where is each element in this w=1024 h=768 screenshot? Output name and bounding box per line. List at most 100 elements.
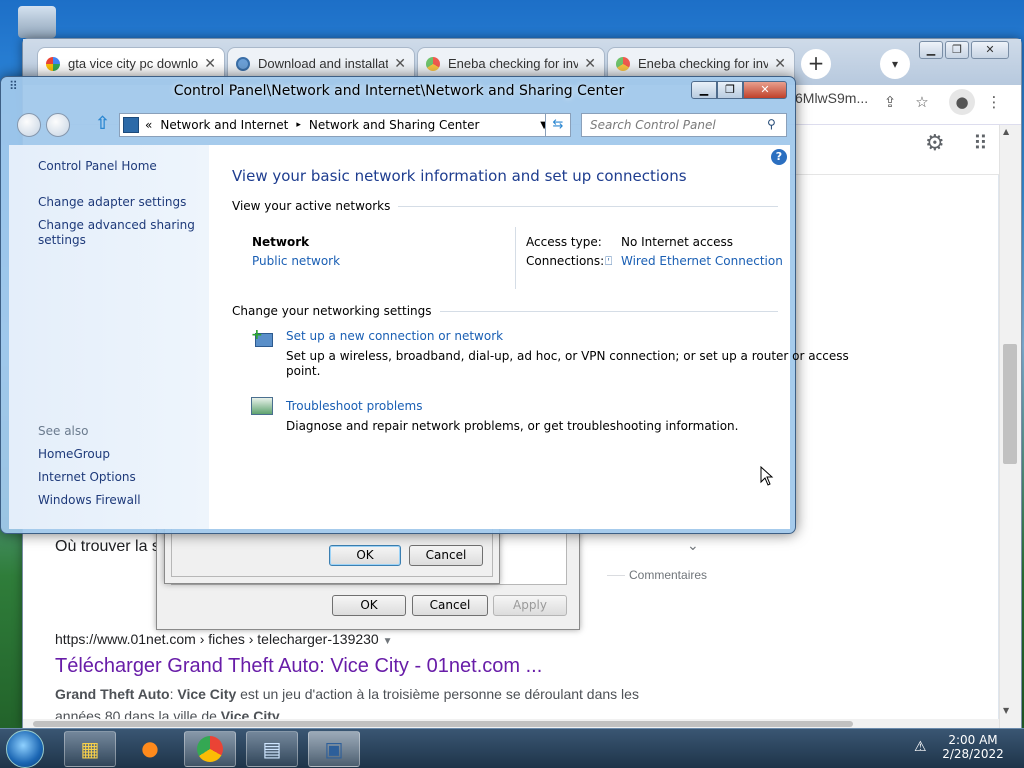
breadcrumb-overflow[interactable]: « xyxy=(145,118,152,132)
change-settings-header: Change your networking settings xyxy=(232,304,778,318)
chrome-close-button[interactable]: ✕ xyxy=(971,41,1009,59)
breadcrumb-sharing-center[interactable]: Network and Sharing Center xyxy=(309,118,480,132)
troubleshoot-link[interactable]: Troubleshoot problems xyxy=(286,399,422,413)
chrome-maximize-button[interactable]: ❐ xyxy=(945,41,969,59)
setup-description-1: Set up a wireless, broadband, dial-up, a… xyxy=(286,349,849,363)
snippet-bold: Vice City xyxy=(220,708,280,719)
chrome-taskbar-icon[interactable] xyxy=(184,731,236,767)
sidebar-item-adapter-settings[interactable]: Change adapter settings xyxy=(38,195,186,209)
connection-link[interactable]: Wired Ethernet Connection xyxy=(621,254,783,268)
task-pane: Control Panel Home Change adapter settin… xyxy=(9,145,209,529)
tab-gta-search[interactable]: gta vice city pc downlo ✕ xyxy=(37,47,225,79)
close-tab-icon[interactable]: ✕ xyxy=(394,55,406,72)
connections-label: Connections: xyxy=(526,254,605,268)
tab-title: Eneba checking for inv xyxy=(448,56,579,71)
chrome-minimize-button[interactable]: ▁ xyxy=(919,41,943,59)
close-tab-icon[interactable]: ✕ xyxy=(584,55,596,72)
section-rule xyxy=(398,205,778,207)
cancel-button[interactable]: Cancel xyxy=(409,545,483,566)
cancel-button[interactable]: Cancel xyxy=(412,595,488,616)
page-title: View your basic network information and … xyxy=(232,167,687,185)
sidebar-item-internet-options[interactable]: Internet Options xyxy=(38,470,136,484)
minimize-button[interactable]: ▁ xyxy=(691,81,717,99)
setup-description-2: point. xyxy=(286,364,321,378)
result-snippet-line-2: années 80 dans la ville de Vice City xyxy=(55,708,280,719)
setup-connection-link[interactable]: Set up a new connection or network xyxy=(286,329,503,343)
share-icon[interactable]: ⇪ xyxy=(877,89,903,115)
clock-date: 2/28/2022 xyxy=(942,747,1004,761)
google-apps-icon[interactable]: ⠿ xyxy=(973,131,988,155)
chrome-logo-icon xyxy=(197,736,223,762)
result-title-link[interactable]: Télécharger Grand Theft Auto: Vice City … xyxy=(55,655,542,678)
troubleshoot-icon xyxy=(251,397,273,415)
profile-avatar-icon[interactable]: ● xyxy=(949,89,975,115)
address-bar[interactable]: « Network and Internet ▸ Network and Sha… xyxy=(119,113,555,137)
network-taskbar-icon[interactable]: ▣ xyxy=(308,731,360,767)
refresh-icon[interactable]: ⇆ xyxy=(545,113,571,137)
recycle-bin-icon[interactable] xyxy=(18,6,56,38)
back-button[interactable] xyxy=(17,113,41,137)
access-type-label: Access type: xyxy=(526,235,602,249)
sidebar-item-homegroup[interactable]: HomeGroup xyxy=(38,447,110,461)
section-rule xyxy=(439,310,778,312)
chrome-menu-icon[interactable]: ⋮ xyxy=(981,89,1007,115)
tab-search-chevron-icon[interactable]: ▾ xyxy=(880,49,910,79)
settings-gear-icon[interactable]: ⚙ xyxy=(925,131,945,156)
main-content: ? View your basic network information an… xyxy=(209,145,849,529)
sidebar-item-advanced-sharing[interactable]: Change advanced sharing xyxy=(38,218,195,232)
result-url-text: https://www.01net.com › fiches › telecha… xyxy=(55,631,379,647)
snippet-text: années 80 dans la ville de xyxy=(55,708,221,719)
breadcrumb-network-internet[interactable]: Network and Internet xyxy=(160,118,288,132)
network-type-link[interactable]: Public network xyxy=(252,254,340,268)
scroll-up-icon[interactable]: ▲ xyxy=(1003,127,1009,136)
bookmark-star-icon[interactable]: ☆ xyxy=(909,89,935,115)
control-panel-taskbar-icon[interactable]: ▤ xyxy=(246,731,298,767)
explorer-taskbar-icon[interactable]: ▦ xyxy=(64,731,116,767)
access-type-value: No Internet access xyxy=(621,235,734,249)
vertical-scroll-thumb[interactable] xyxy=(1003,344,1017,464)
scroll-down-icon[interactable]: ▼ xyxy=(1003,706,1009,715)
divider xyxy=(515,227,516,289)
up-arrow-icon[interactable]: ⇧ xyxy=(95,113,110,134)
close-tab-icon[interactable]: ✕ xyxy=(204,55,216,72)
clock[interactable]: 2:00 AM 2/28/2022 xyxy=(936,733,1010,761)
firefox-taskbar-icon[interactable]: ● xyxy=(124,731,176,767)
eneba-icon xyxy=(616,56,630,71)
ok-button[interactable]: OK xyxy=(329,545,401,566)
apply-button[interactable]: Apply xyxy=(493,595,567,616)
network-tray-icon[interactable]: ⚠ xyxy=(914,739,927,755)
close-button[interactable]: ✕ xyxy=(743,81,787,99)
chevron-down-icon[interactable]: ▼ xyxy=(383,636,393,647)
ok-button[interactable]: OK xyxy=(332,595,406,616)
comments-link[interactable]: Commentaires xyxy=(629,568,707,582)
tab-eneba-1[interactable]: Eneba checking for inv ✕ xyxy=(417,47,605,79)
forward-button[interactable] xyxy=(46,113,70,137)
help-icon[interactable]: ? xyxy=(771,149,787,165)
tab-eneba-2[interactable]: Eneba checking for inv ✕ xyxy=(607,47,795,79)
sidebar-item-control-panel-home[interactable]: Control Panel Home xyxy=(38,159,157,173)
network-name: Network xyxy=(252,235,310,249)
snippet-bold: Grand Theft Auto xyxy=(55,686,170,702)
active-networks-header: View your active networks xyxy=(232,199,778,213)
start-button[interactable] xyxy=(6,730,44,768)
divider xyxy=(607,575,625,576)
navigation-bar: ⇧ « Network and Internet ▸ Network and S… xyxy=(9,111,789,139)
search-icon[interactable]: ⚲ xyxy=(767,117,776,131)
breadcrumb-separator-icon[interactable]: ▸ xyxy=(296,120,301,130)
maximize-button[interactable]: ❐ xyxy=(717,81,743,99)
snippet-text: est un jeu d'action à la troisième perso… xyxy=(236,686,639,702)
search-input[interactable]: Search Control Panel xyxy=(581,113,787,137)
sidebar-item-advanced-sharing-cont[interactable]: settings xyxy=(38,233,86,247)
sidebar-item-windows-firewall[interactable]: Windows Firewall xyxy=(38,493,141,507)
new-tab-button[interactable]: + xyxy=(801,49,831,79)
result-url[interactable]: https://www.01net.com › fiches › telecha… xyxy=(55,631,393,647)
tab-title: Eneba checking for inv xyxy=(638,56,769,71)
address-bar-text[interactable]: 6MlwS9m... xyxy=(795,90,868,106)
chevron-down-icon[interactable]: ⌄ xyxy=(687,538,699,554)
horizontal-scroll-thumb[interactable] xyxy=(33,721,853,727)
close-tab-icon[interactable]: ✕ xyxy=(774,55,786,72)
tab-download-install[interactable]: Download and installati ✕ xyxy=(227,47,415,79)
tab-title: Download and installati xyxy=(258,56,389,71)
plus-icon: + xyxy=(251,327,263,343)
accordion-question[interactable]: Où trouver la s xyxy=(55,538,160,556)
